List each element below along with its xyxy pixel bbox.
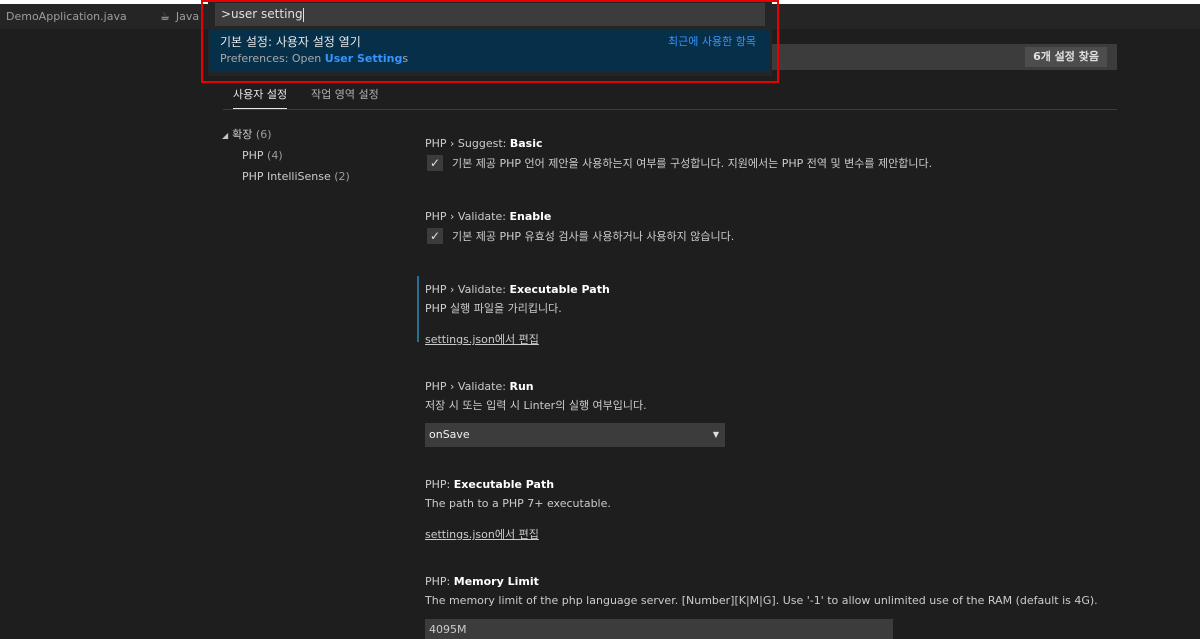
setting-checkbox-row: ✓ 기본 제공 PHP 언어 제안을 사용하는지 여부를 구성합니다. 지원에서… [425,155,1125,171]
tree-item-count: (4) [267,149,283,162]
setting-name: Memory Limit [453,575,539,588]
setting-php-validate-enable: PHP › Validate: Enable ✓ 기본 제공 PHP 유효성 검… [425,209,1125,244]
setting-title: PHP: Memory Limit [425,574,1125,590]
setting-php-suggest-basic: PHP › Suggest: Basic ✓ 기본 제공 PHP 언어 제안을 … [425,136,1125,171]
tab-label: DemoApplication.java [6,10,127,23]
tree-item-label: 확장 [232,128,253,141]
setting-name: Executable Path [509,283,610,296]
setting-description: PHP 실행 파일을 가리킵니다. [425,302,562,315]
tree-item-count: (6) [255,128,272,141]
setting-description: 기본 제공 PHP 언어 제안을 사용하는지 여부를 구성합니다. 지원에서는 … [452,157,933,170]
select-value: onSave [429,428,470,441]
setting-php-memory-limit: PHP: Memory Limit The memory limit of th… [425,574,1125,609]
setting-description: The memory limit of the php language ser… [425,594,1098,607]
tab-workspace-settings[interactable]: 작업 영역 설정 [311,84,379,109]
setting-title: PHP › Validate: Enable [425,209,1125,225]
tab-label: Java [175,10,200,23]
setting-title: PHP › Validate: Executable Path [425,282,1125,298]
tree-item-label: PHP [242,149,264,162]
setting-category: PHP: [425,478,454,491]
setting-description: The path to a PHP 7+ executable. [425,497,611,510]
tab-demo-application[interactable]: DemoApplication.java [0,4,150,29]
setting-php-executable-path: PHP: Executable Path The path to a PHP 7… [425,477,1125,542]
setting-category: PHP › Suggest: [425,137,510,150]
settings-tree: ◢ 확장 (6) PHP (4) PHP IntelliSense (2) [222,124,402,187]
settings-scope-tabs: 사용자 설정 작업 영역 설정 [223,84,1117,110]
setting-name: Executable Path [453,478,555,491]
setting-title: PHP: Executable Path [425,477,1125,493]
setting-category: PHP: [425,575,454,588]
setting-title: PHP › Validate: Run [425,379,1125,395]
chevron-down-icon: ◢ [222,131,229,140]
edit-in-settings-json-link[interactable]: settings.json에서 편집 [425,331,539,347]
tree-item-count: (2) [334,170,350,183]
setting-category: PHP › Validate: [425,283,510,296]
edit-in-settings-json-link[interactable]: settings.json에서 편집 [425,526,539,542]
setting-category: PHP › Validate: [425,210,510,223]
tree-item-extensions[interactable]: ◢ 확장 (6) [222,124,402,145]
coffee-icon: ☕ [160,10,170,23]
tree-item-php-intellisense[interactable]: PHP IntelliSense (2) [222,166,402,187]
setting-name: Enable [509,210,552,223]
setting-category: PHP › Validate: [425,380,510,393]
setting-focus-indicator [417,276,419,342]
setting-name: Basic [509,137,543,150]
setting-description: 기본 제공 PHP 유효성 검사를 사용하거나 사용하지 않습니다. [452,230,735,243]
setting-name: Run [509,380,534,393]
tree-item-label: PHP IntelliSense [242,170,331,183]
memory-limit-input[interactable]: 4095M [425,619,893,639]
tab-user-settings[interactable]: 사용자 설정 [233,84,288,109]
setting-php-validate-run: PHP › Validate: Run 저장 시 또는 입력 시 Linter의… [425,379,1125,447]
checkbox[interactable]: ✓ [427,228,443,244]
setting-checkbox-row: ✓ 기본 제공 PHP 유효성 검사를 사용하거나 사용하지 않습니다. [425,228,1125,244]
checkbox[interactable]: ✓ [427,155,443,171]
search-result-count-badge: 6개 설정 찾음 [1025,47,1107,67]
chevron-down-icon: ▼ [712,430,719,439]
setting-title: PHP › Suggest: Basic [425,136,1125,152]
tree-item-php[interactable]: PHP (4) [222,145,402,166]
highlight-annotation-box [201,0,779,83]
setting-php-validate-executable-path: PHP › Validate: Executable Path PHP 실행 파… [417,276,1125,347]
run-mode-select[interactable]: onSave ▼ [425,423,725,447]
setting-description: 저장 시 또는 입력 시 Linter의 실행 여부입니다. [425,399,647,412]
